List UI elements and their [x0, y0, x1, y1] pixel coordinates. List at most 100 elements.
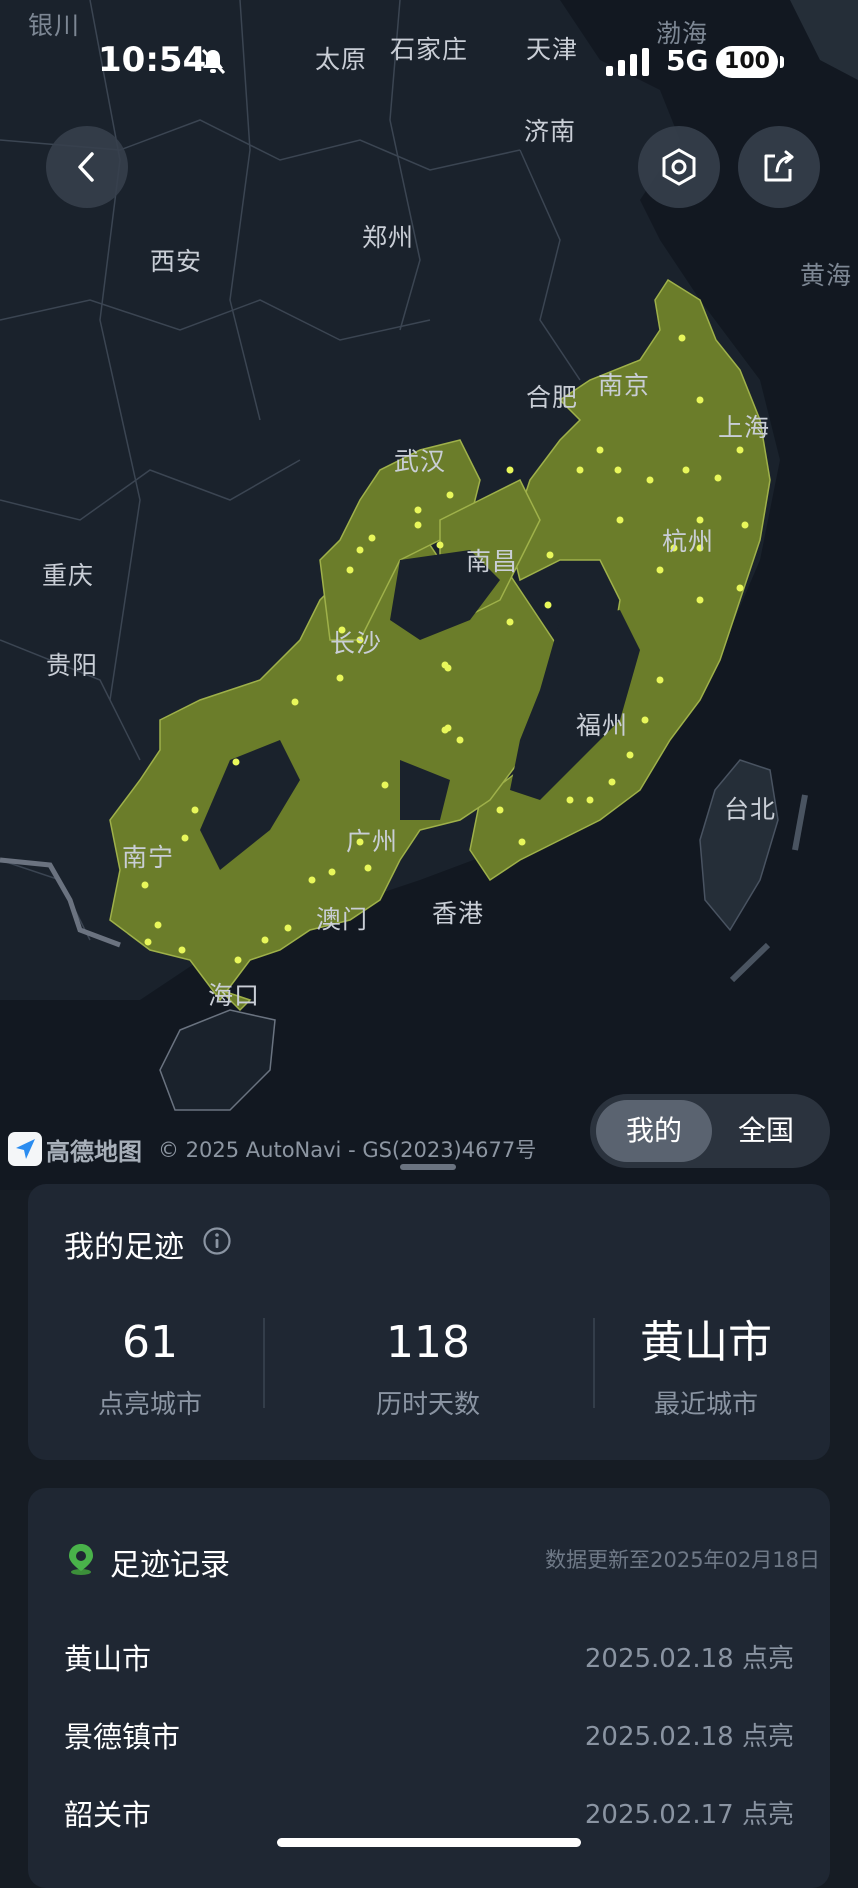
city-dot	[336, 674, 344, 682]
info-icon[interactable]	[202, 1226, 232, 1256]
share-icon	[764, 150, 794, 182]
city-dot	[506, 466, 514, 474]
city-dot	[444, 724, 452, 732]
city-dot	[144, 938, 152, 946]
map-label: 广州	[346, 827, 399, 856]
city-dot	[328, 868, 336, 876]
stat-value: 61	[122, 1317, 178, 1368]
stat-label: 历时天数	[375, 1390, 480, 1420]
location-pin-icon	[69, 1544, 93, 1575]
city-dot	[346, 566, 354, 574]
map-label: 南宁	[122, 843, 175, 872]
stat-value: 黄山市	[640, 1317, 772, 1368]
stat-recent-city: 黄山市 最近城市	[576, 1318, 836, 1421]
city-dot	[616, 516, 624, 524]
drag-handle[interactable]	[400, 1164, 456, 1170]
city-dot	[682, 466, 690, 474]
map-label: 澳门	[316, 905, 369, 934]
city-dot	[678, 334, 686, 342]
map-label: 南京	[598, 371, 651, 400]
battery-icon: 100	[716, 46, 778, 78]
list-item[interactable]: 韶关市 2025.02.17 点亮	[64, 1792, 794, 1832]
city-dot	[308, 876, 316, 884]
map-canvas[interactable]	[0, 0, 858, 1190]
stat-days: 118 历时天数	[298, 1318, 558, 1421]
list-item[interactable]: 景德镇市 2025.02.18 点亮	[64, 1714, 794, 1754]
city-dot	[446, 491, 454, 499]
map-label: 武汉	[394, 447, 447, 476]
city-dot	[291, 698, 299, 706]
city-dot	[576, 466, 584, 474]
map-label: 南昌	[466, 547, 519, 576]
city-dot	[586, 796, 594, 804]
signal-icon	[606, 48, 649, 76]
city-dot	[356, 546, 364, 554]
city-dot	[614, 466, 622, 474]
city-dot	[444, 664, 452, 672]
city-dot	[544, 601, 552, 609]
toggle-national[interactable]: 全国	[708, 1100, 824, 1162]
city-dot	[414, 521, 422, 529]
city-dot	[656, 676, 664, 684]
city-dot	[381, 781, 389, 789]
chevron-left-icon	[78, 152, 94, 182]
city-dot	[232, 758, 240, 766]
record-city: 韶关市	[64, 1798, 152, 1832]
record-date: 2025.02.18 点亮	[584, 1644, 794, 1674]
record-city: 景德镇市	[64, 1720, 181, 1754]
city-dot	[696, 396, 704, 404]
map-label: 香港	[432, 899, 485, 928]
city-dot	[608, 778, 616, 786]
city-dot	[656, 566, 664, 574]
city-dot	[178, 946, 186, 954]
record-city: 黄山市	[64, 1642, 152, 1676]
stat-divider	[263, 1318, 265, 1408]
city-dot	[414, 506, 422, 514]
map-label: 黄海	[800, 261, 853, 290]
amap-logo-icon	[8, 1132, 42, 1166]
summary-title: 我的足迹	[64, 1230, 184, 1265]
back-button[interactable]	[46, 126, 128, 208]
city-dot	[626, 751, 634, 759]
footprint-map[interactable]: 银川 太原 石家庄 天津 渤海 济南 郑州 西安 黄海 合肥 南京 上海 武汉 …	[0, 0, 858, 1190]
city-dot	[191, 806, 199, 814]
network-type: 5G	[666, 44, 709, 77]
city-dot	[736, 446, 744, 454]
map-label: 西安	[150, 247, 203, 276]
map-label: 重庆	[42, 561, 95, 590]
map-label: 福州	[576, 711, 629, 740]
status-bar: 10:54 5G 100	[0, 0, 858, 120]
city-dot	[546, 551, 554, 559]
map-label: 上海	[718, 413, 771, 442]
city-dot	[368, 534, 376, 542]
city-dot	[436, 541, 444, 549]
map-label: 合肥	[526, 383, 579, 412]
city-dot	[596, 446, 604, 454]
home-indicator[interactable]	[277, 1838, 581, 1847]
map-label: 海口	[208, 981, 261, 1010]
scope-toggle[interactable]: 我的 全国	[590, 1094, 830, 1168]
city-dot	[736, 584, 744, 592]
records-updated: 数据更新至2025年02月18日	[545, 1548, 820, 1572]
city-dot	[566, 796, 574, 804]
amap-logo: 高德地图	[8, 1132, 142, 1167]
status-time: 10:54	[98, 40, 207, 80]
settings-button[interactable]	[638, 126, 720, 208]
stat-value: 118	[386, 1317, 470, 1368]
map-label: 长沙	[330, 629, 383, 658]
map-label: 郑州	[362, 223, 415, 252]
city-dot	[646, 476, 654, 484]
city-dot	[518, 838, 526, 846]
city-dot	[714, 474, 722, 482]
stat-label: 点亮城市	[97, 1390, 202, 1420]
battery-tip	[780, 56, 784, 68]
record-date: 2025.02.18 点亮	[584, 1722, 794, 1752]
silent-bell-icon	[201, 48, 226, 75]
city-dot	[181, 834, 189, 842]
list-item[interactable]: 黄山市 2025.02.18 点亮	[64, 1636, 794, 1676]
city-dot	[741, 521, 749, 529]
share-button[interactable]	[738, 126, 820, 208]
record-date: 2025.02.17 点亮	[584, 1800, 794, 1830]
toggle-mine[interactable]: 我的	[596, 1100, 712, 1162]
records-title: 足迹记录	[110, 1548, 230, 1583]
